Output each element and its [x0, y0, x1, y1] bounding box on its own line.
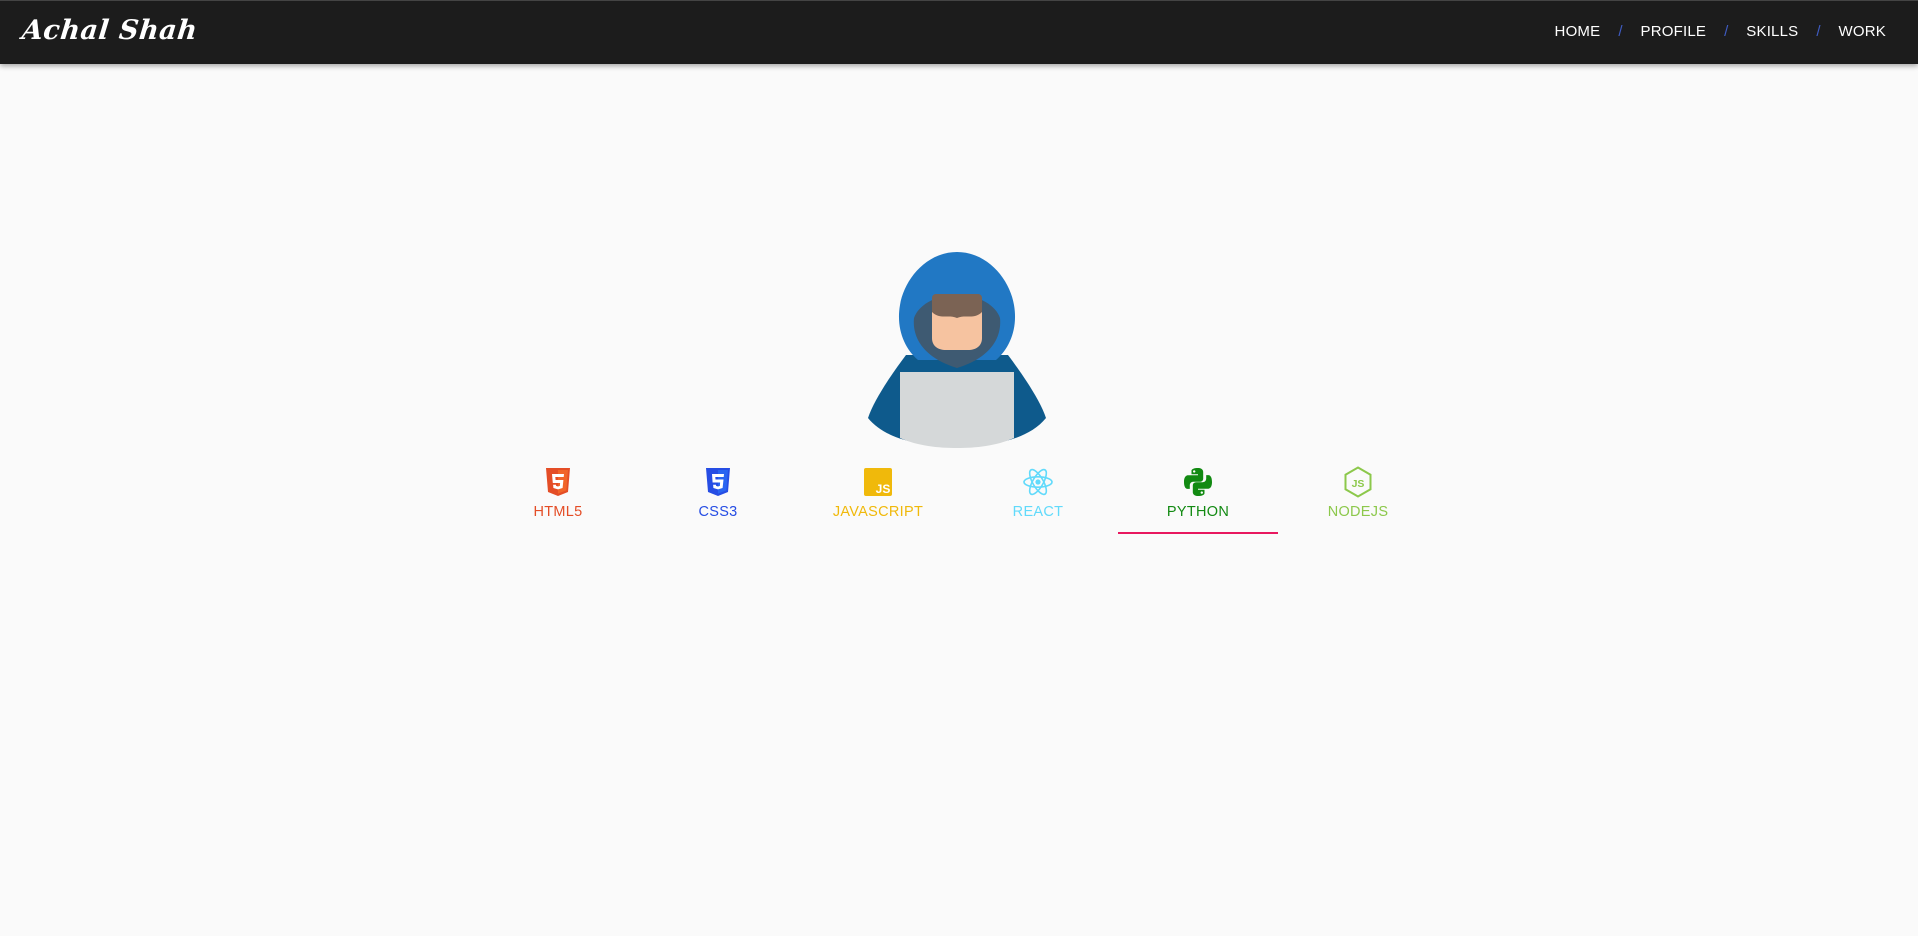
react-icon — [1022, 466, 1054, 498]
top-navbar: Achal Shah HOME / PROFILE / SKILLS / WOR… — [0, 0, 1918, 64]
tab-css3[interactable]: CSS3 — [638, 462, 798, 532]
tab-label-nodejs: NODEJS — [1327, 504, 1389, 520]
tab-javascript[interactable]: JS JAVASCRIPT — [798, 462, 958, 532]
tab-label-react: REACT — [1012, 504, 1064, 520]
nav-link-home[interactable]: HOME — [1555, 23, 1601, 40]
nav-separator: / — [1618, 23, 1623, 40]
python-icon — [1182, 466, 1214, 498]
nav-link-profile[interactable]: PROFILE — [1641, 23, 1707, 40]
skills-tabs: HTML5 CSS3 JS JAVASCRIPT REACT PYTHON JS… — [478, 462, 1438, 536]
hooded-developer-laptop-icon — [866, 250, 1048, 448]
svg-text:JS: JS — [1352, 478, 1365, 490]
nodejs-icon: JS — [1342, 466, 1374, 498]
tab-python[interactable]: PYTHON — [1118, 462, 1278, 532]
tab-label-html5: HTML5 — [533, 504, 583, 520]
active-tab-indicator — [1118, 532, 1278, 534]
svg-text:JS: JS — [876, 482, 891, 496]
nav-link-skills[interactable]: SKILLS — [1746, 23, 1798, 40]
tab-nodejs[interactable]: JS NODEJS — [1278, 462, 1438, 532]
nav-separator: / — [1816, 23, 1821, 40]
tab-label-css3: CSS3 — [698, 504, 738, 520]
nav-separator: / — [1724, 23, 1729, 40]
css3-icon — [702, 466, 734, 498]
main-nav: HOME / PROFILE / SKILLS / WORK — [1555, 23, 1886, 40]
javascript-icon: JS — [862, 466, 894, 498]
nav-link-work[interactable]: WORK — [1839, 23, 1886, 40]
tab-label-python: PYTHON — [1166, 504, 1230, 520]
tab-label-javascript: JAVASCRIPT — [832, 504, 924, 520]
html5-icon — [542, 466, 574, 498]
tab-react[interactable]: REACT — [958, 462, 1118, 532]
brand-logo[interactable]: Achal Shah — [20, 15, 199, 46]
tab-html5[interactable]: HTML5 — [478, 462, 638, 532]
